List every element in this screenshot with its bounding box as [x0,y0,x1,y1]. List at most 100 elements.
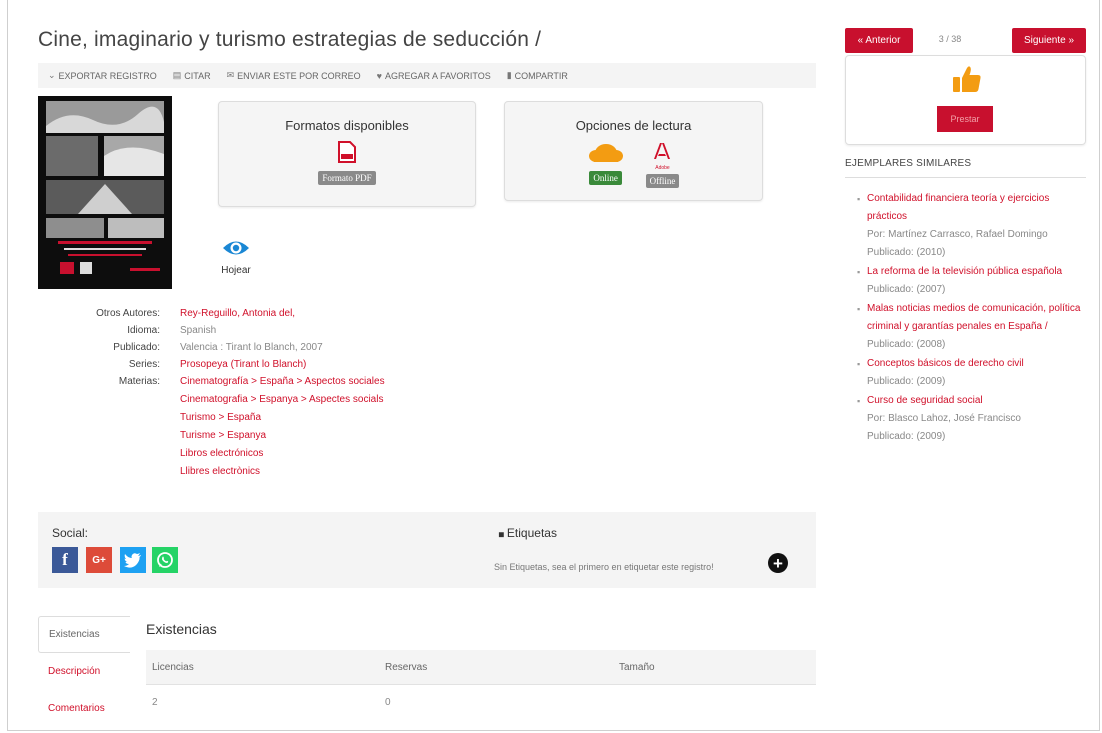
email-button[interactable]: ✉ ENVIAR ESTE POR CORREO [227,70,361,81]
series-label: Series: [128,359,160,370]
similar-items-list: ▪ Contabilidad financiera teoría y ejerc… [857,190,1087,447]
subjects-list: Cinematografía > España > Aspectos socia… [180,373,385,481]
subject-link[interactable]: Llibres electrònics [180,463,385,481]
holdings-table: Licencias Reservas Tamaño 2 0 [146,650,816,719]
tab-descripcion[interactable]: Descripción [38,653,130,690]
subject-link[interactable]: Turisme > Espanya [180,427,385,445]
facebook-share-button[interactable]: f [52,547,78,573]
twitter-share-button[interactable] [120,547,146,573]
social-panel: Social: f G+ ◆Etiquetas Sin Etiquetas, s… [38,512,816,588]
eye-icon [223,241,249,255]
add-favorites-button[interactable]: ♥ AGREGAR A FAVORITOS [377,71,491,81]
holdings-title: Existencias [146,621,217,637]
published-value: Valencia : Tirant lo Blanch, 2007 [180,342,323,353]
google-plus-icon: G+ [92,554,106,566]
language-label: Idioma: [127,325,160,336]
book-cover-art [38,96,172,289]
pdf-format-badge: Formato PDF [318,171,376,185]
subject-link[interactable]: Cinematografia > Espanya > Aspectes soci… [180,391,385,409]
bullet-icon: ▪ [857,304,861,314]
read-online-option[interactable]: Online [588,141,624,189]
similar-item-link[interactable]: Conceptos básicos de derecho civil [867,355,1087,373]
pdf-file-icon [338,141,356,163]
column-header-licencias: Licencias [152,661,194,673]
whatsapp-share-button[interactable] [152,547,178,573]
export-record-button[interactable]: ⌄ EXPORTAR REGISTRO [48,70,157,81]
next-record-button[interactable]: Siguiente » [1012,28,1086,53]
similar-item-published: Publicado: (2009) [867,431,946,442]
available-formats-title: Formatos disponibles [285,118,409,133]
similar-item-link[interactable]: Malas noticias medios de comunicación, p… [867,300,1087,336]
offline-badge: Offline [645,174,680,188]
similar-item-author: Por: Martínez Carrasco, Rafael Domingo [867,229,1048,240]
similar-item-link[interactable]: Curso de seguridad social [867,392,1087,410]
record-tabs: Existencias Descripción Comentarios [38,616,130,727]
cite-button[interactable]: ▤ CITAR [173,70,211,81]
reservations-cell: 0 [385,696,391,708]
tag-icon: ◆ [495,528,508,541]
chevron-down-icon: ⌄ [48,70,56,80]
book-cover[interactable] [38,96,172,289]
social-label: Social: [52,526,89,540]
read-offline-option[interactable]: Adobe Offline [645,141,680,189]
similar-item-published: Publicado: (2007) [867,284,946,295]
bookmark-icon: ▮ [506,70,512,80]
adobe-icon [654,143,671,159]
list-item: ▪ Conceptos básicos de derecho civil Pub… [857,355,1087,391]
tab-existencias[interactable]: Existencias [38,616,130,653]
list-item: ▪ La reforma de la televisión pública es… [857,263,1087,299]
similar-item-link[interactable]: Contabilidad financiera teoría y ejercic… [867,190,1087,226]
plus-icon: + [773,553,783,573]
subject-link[interactable]: Cinematografía > España > Aspectos socia… [180,373,385,391]
list-icon: ▤ [172,70,182,80]
bullet-icon: ▪ [857,194,861,204]
list-item: ▪ Curso de seguridad social Por: Blasco … [857,392,1087,446]
published-label: Publicado: [113,342,160,353]
similar-item-author: Por: Blasco Lahoz, José Francisco [867,413,1021,424]
record-title: Cine, imaginario y turismo estrategias d… [38,28,542,51]
similar-item-published: Publicado: (2009) [867,376,946,387]
tags-title: Etiquetas [506,526,557,540]
heart-icon: ♥ [376,70,383,81]
google-plus-share-button[interactable]: G+ [86,547,112,573]
table-row: 2 0 [146,685,816,719]
subject-link[interactable]: Libros electrónicos [180,445,385,463]
bullet-icon: ▪ [857,396,861,406]
list-item: ▪ Malas noticias medios de comunicación,… [857,300,1087,354]
reading-options-box: Opciones de lectura Online Adobe Offline [504,101,763,201]
tab-comentarios[interactable]: Comentarios [38,690,130,727]
facebook-icon: f [62,550,68,569]
other-authors-link[interactable]: Rey-Reguillo, Antonia del, [180,305,295,322]
twitter-bird-icon [124,552,141,568]
bullet-icon: ▪ [857,267,861,277]
available-formats-box: Formatos disponibles Formato PDF [218,101,476,207]
similar-item-published: Publicado: (2008) [867,339,946,350]
pdf-download-link[interactable]: Formato PDF [219,141,475,186]
language-value: Spanish [180,325,217,336]
other-authors-label: Otros Autores: [96,308,160,319]
browse-button[interactable]: Hojear [218,238,254,276]
add-tag-button[interactable]: + [768,553,788,573]
list-item: ▪ Contabilidad financiera teoría y ejerc… [857,190,1087,262]
bullet-icon: ▪ [857,359,861,369]
series-link[interactable]: Prosopeya (Tirant lo Blanch) [180,356,306,373]
column-header-tamano: Tamaño [619,661,655,673]
thumbs-up-icon [953,66,981,92]
record-toolbar: ⌄ EXPORTAR REGISTRO ▤ CITAR ✉ ENVIAR ESTE P… [38,63,816,88]
previous-record-button[interactable]: « Anterior [845,28,913,53]
similar-item-link[interactable]: La reforma de la televisión pública espa… [867,263,1087,281]
cloud-icon [588,144,623,162]
column-header-reservas: Reservas [385,661,428,673]
share-button[interactable]: ▮ COMPARTIR [507,70,568,81]
record-details: Otros Autores: Rey-Reguillo, Antonia del… [60,305,385,481]
record-position: 3 / 38 [938,34,962,44]
subjects-label: Materias: [118,376,160,387]
tags-empty-message: Sin Etiquetas, sea el primero en etiquet… [494,562,714,572]
table-header: Licencias Reservas Tamaño [146,650,816,685]
borrow-box: Prestar [845,55,1086,145]
browse-label: Hojear [221,265,251,276]
borrow-button[interactable]: Prestar [937,106,993,132]
envelope-icon: ✉ [226,70,235,80]
reading-options-title: Opciones de lectura [575,118,692,133]
subject-link[interactable]: Turismo > España [180,409,385,427]
